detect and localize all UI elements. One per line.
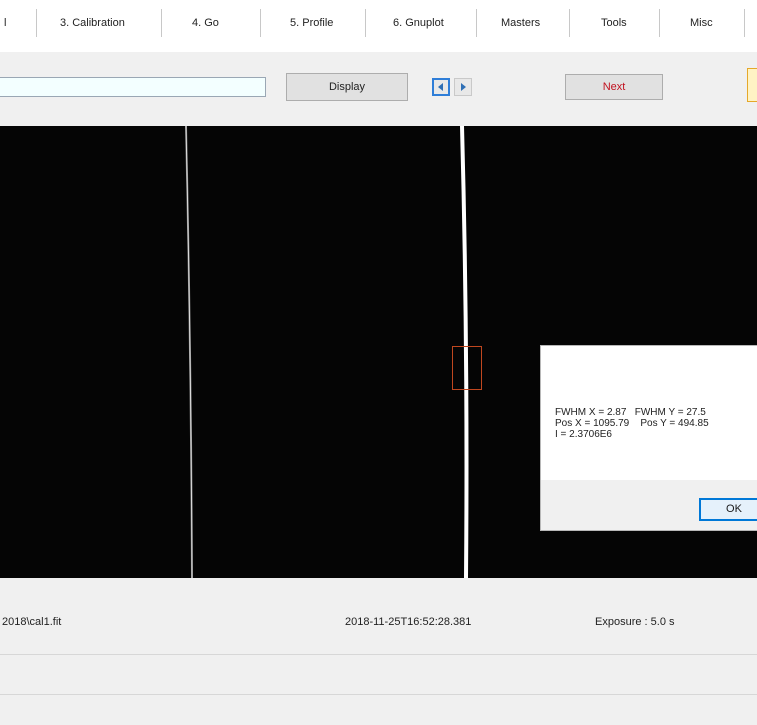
tab-separator: [476, 9, 477, 37]
tab-gnuplot[interactable]: 6. Gnuplot: [393, 12, 444, 34]
exposure-label: Exposure : 5.0 s: [595, 616, 675, 628]
tab-go[interactable]: 4. Go: [192, 12, 219, 34]
arrow-left-icon: [438, 83, 443, 91]
tab-separator: [569, 9, 570, 37]
arrow-right-icon: [461, 83, 466, 91]
tab-bar: l 3. Calibration 4. Go 5. Profile 6. Gnu…: [0, 0, 757, 52]
tab-partial[interactable]: l: [4, 12, 6, 34]
tab-separator: [659, 9, 660, 37]
fwhm-readout: FWHM X = 2.87 FWHM Y = 27.5: [555, 407, 706, 418]
intensity-readout: I = 2.3706E6: [555, 429, 612, 440]
divider: [0, 654, 757, 655]
tab-calibration[interactable]: 3. Calibration: [60, 12, 125, 34]
display-button[interactable]: Display: [286, 73, 408, 101]
timestamp-label: 2018-11-25T16:52:28.381: [345, 616, 472, 628]
fwhm-result-dialog: FWHM X = 2.87 FWHM Y = 27.5 Pos X = 1095…: [540, 345, 757, 531]
tab-tools[interactable]: Tools: [601, 12, 627, 34]
next-button[interactable]: Next: [565, 74, 663, 100]
tab-misc[interactable]: Misc: [690, 12, 713, 34]
dialog-message: FWHM X = 2.87 FWHM Y = 27.5 Pos X = 1095…: [555, 407, 709, 440]
file-name-label: 2018\cal1.fit: [2, 616, 62, 628]
tab-separator: [260, 9, 261, 37]
tab-profile[interactable]: 5. Profile: [290, 12, 333, 34]
status-bar: 2018\cal1.fit 2018-11-25T16:52:28.381 Ex…: [0, 578, 757, 725]
previous-image-button[interactable]: [432, 78, 450, 96]
tab-separator: [36, 9, 37, 37]
measurement-marker: [452, 346, 482, 390]
tab-separator: [365, 9, 366, 37]
file-path-input[interactable]: [0, 77, 266, 97]
ok-button[interactable]: OK: [699, 498, 757, 521]
position-readout: Pos X = 1095.79 Pos Y = 494.85: [555, 418, 709, 429]
tab-separator: [161, 9, 162, 37]
tab-separator: [744, 9, 745, 37]
next-image-button[interactable]: [454, 78, 472, 96]
tab-masters[interactable]: Masters: [501, 12, 540, 34]
folder-icon[interactable]: [747, 68, 757, 102]
divider: [0, 694, 757, 695]
toolbar: Display Next: [0, 52, 757, 126]
